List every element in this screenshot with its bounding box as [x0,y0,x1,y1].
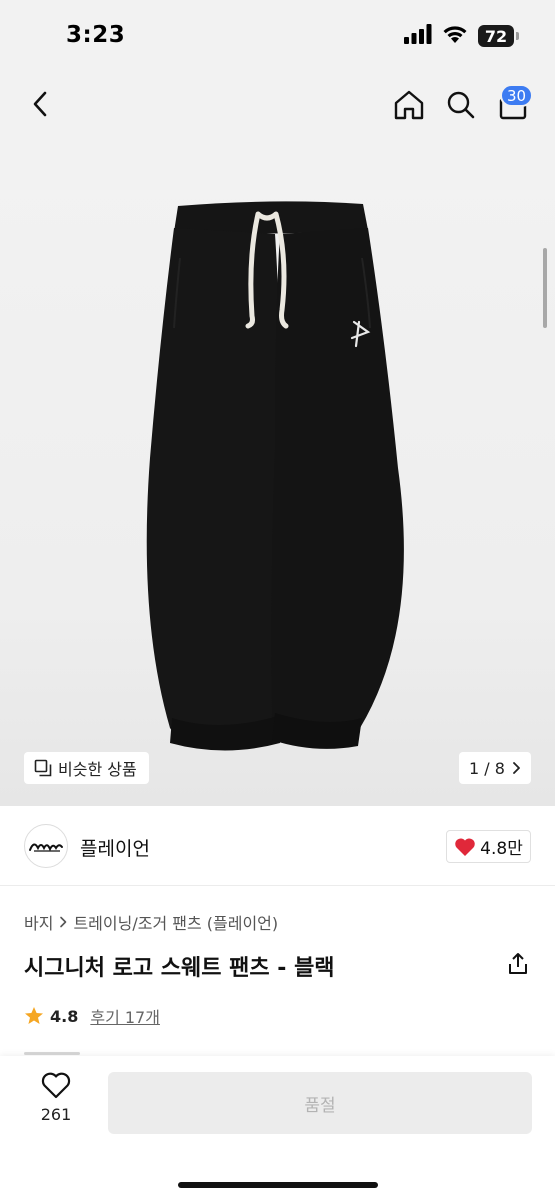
breadcrumb-child[interactable]: 트레이닝/조거 팬츠 (플레이언) [73,910,278,934]
heart-filled-icon [455,837,475,856]
section-tab-indicator [24,1052,80,1055]
heart-outline-icon [41,1072,71,1099]
bottom-action-bar: 261 품절 [0,1056,555,1200]
chevron-right-icon [60,916,67,928]
back-icon [33,91,47,117]
home-icon [394,90,424,120]
product-title: 시그니처 로고 스웨트 팬츠 - 블랙 [24,956,335,981]
product-photo [146,201,404,751]
status-bar: 3:23 72 [0,0,555,70]
chevron-right-icon [513,762,520,774]
wishlist-count: 261 [40,1105,72,1124]
brand-like-count: 4.8만 [480,839,523,859]
share-icon [509,953,527,974]
brand-logo-mark [29,843,63,852]
status-time: 3:23 [66,22,126,48]
similar-products-label: 비슷한 상품 [58,760,137,779]
rating-row: 4.8 후기 17개 [24,1004,160,1028]
cart-count-badge: 30 [500,84,533,107]
status-icons: 72 [404,24,519,48]
similar-products-button[interactable]: 비슷한 상품 [24,752,149,784]
image-page-counter[interactable]: 1 / 8 [459,752,531,784]
battery-level: 72 [478,25,514,47]
search-icon [447,91,475,119]
top-nav-bar [0,70,555,140]
search-button[interactable] [442,86,480,124]
signal-icon [404,24,432,48]
star-icon [25,1007,43,1024]
brand-logo[interactable] [24,824,68,868]
back-button[interactable] [22,86,58,122]
brand-like-button[interactable]: 4.8만 [446,830,531,863]
copy-icon [34,759,52,777]
wishlist-button[interactable]: 261 [24,1072,88,1136]
home-button[interactable] [390,86,428,124]
page-counter-text: 1 / 8 [469,758,505,778]
sold-out-button[interactable]: 품절 [108,1072,532,1134]
share-button[interactable] [504,950,532,978]
product-image-carousel[interactable]: 비슷한 상품 1 / 8 [0,140,555,806]
brand-name[interactable]: 플레이언 [80,834,150,861]
home-indicator [178,1182,378,1188]
review-count-link[interactable]: 후기 17개 [90,1004,160,1028]
breadcrumb: 바지 트레이닝/조거 팬츠 (플레이언) [24,910,278,934]
brand-row[interactable]: 플레이언 4.8만 [0,806,555,886]
breadcrumb-parent[interactable]: 바지 [24,910,53,934]
wifi-icon [442,24,468,48]
battery-icon: 72 [478,25,519,47]
rating-value: 4.8 [50,1006,79,1026]
scroll-indicator[interactable] [543,248,547,328]
